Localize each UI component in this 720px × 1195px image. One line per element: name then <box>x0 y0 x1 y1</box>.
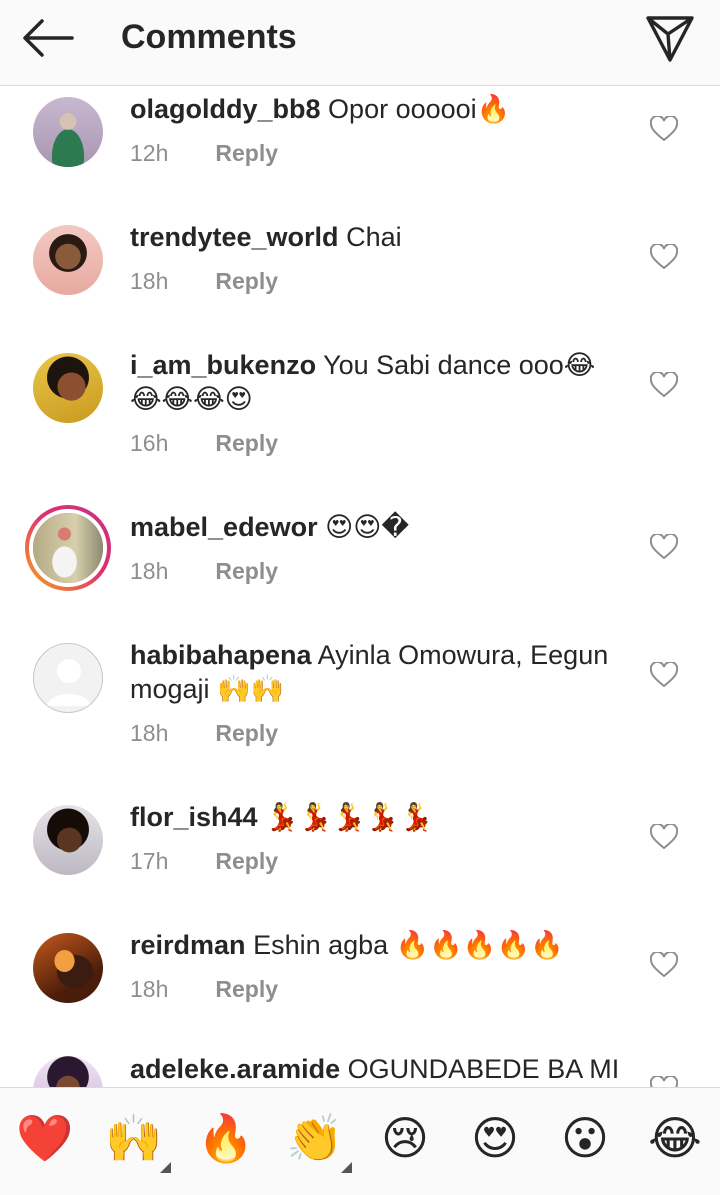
comment-text: Chai <box>346 222 402 252</box>
heart-outline-icon[interactable] <box>650 662 678 688</box>
share-button[interactable] <box>640 10 702 66</box>
comment-username[interactable]: i_am_bukenzo <box>130 350 316 380</box>
reply-button[interactable]: Reply <box>215 558 278 584</box>
heart-outline-icon[interactable] <box>650 372 678 398</box>
comment-item: trendytee_world Chai 18h Reply <box>0 214 720 342</box>
comment-text: Opor oooooi🔥 <box>328 94 511 124</box>
comment-item: habibahapena Ayinla Omowura, Eegun mogaj… <box>0 632 720 794</box>
heart-outline-icon[interactable] <box>650 116 678 142</box>
comment-username[interactable]: habibahapena <box>130 640 312 670</box>
avatar-placeholder[interactable] <box>33 643 103 713</box>
comment-time: 18h <box>130 558 169 584</box>
comment-item: olagolddy_bb8 Opor oooooi🔥 12h Reply <box>0 86 720 214</box>
reply-button[interactable]: Reply <box>215 430 278 456</box>
comment-item: i_am_bukenzo You Sabi dance ooo😂😂😂😂😍 16h… <box>0 342 720 504</box>
reaction-fire-button[interactable]: 🔥 <box>196 1108 256 1168</box>
heart-outline-icon[interactable] <box>650 1076 678 1087</box>
skin-tone-indicator <box>160 1162 171 1173</box>
comment-text: 💃💃💃💃💃 <box>265 802 434 832</box>
comment-time: 18h <box>130 720 169 746</box>
reply-button[interactable]: Reply <box>215 268 278 294</box>
back-button[interactable] <box>18 14 78 62</box>
comment-item: mabel_edewor 😍😍� 18h Reply <box>0 504 720 632</box>
reply-button[interactable]: Reply <box>215 140 278 166</box>
avatar[interactable] <box>33 97 103 167</box>
comment-text: Eshin agba 🔥🔥🔥🔥🔥 <box>253 930 564 960</box>
comment-username[interactable]: reirdman <box>130 930 246 960</box>
reaction-raised-hands-button[interactable]: 🙌 <box>104 1108 164 1168</box>
comment-item: reirdman Eshin agba 🔥🔥🔥🔥🔥 18h Reply <box>0 922 720 1050</box>
reaction-heart-button[interactable]: ❤️ <box>15 1108 75 1168</box>
comment-username[interactable]: adeleke.aramide <box>130 1054 340 1084</box>
reply-button[interactable]: Reply <box>215 976 278 1002</box>
avatar[interactable] <box>33 353 103 423</box>
skin-tone-indicator <box>341 1162 352 1173</box>
avatar[interactable] <box>33 1056 103 1087</box>
top-bar: Comments <box>0 0 720 86</box>
comment-list[interactable]: olagolddy_bb8 Opor oooooi🔥 12h Reply tre… <box>0 86 720 1087</box>
reply-button[interactable]: Reply <box>215 848 278 874</box>
comment-username[interactable]: trendytee_world <box>130 222 339 252</box>
comment-text: OGUNDABEDE BA MI <box>347 1054 620 1084</box>
avatar[interactable] <box>33 933 103 1003</box>
comment-username[interactable]: mabel_edewor <box>130 512 318 542</box>
reaction-crying-button[interactable]: 😢 <box>375 1108 435 1168</box>
avatar[interactable] <box>33 225 103 295</box>
avatar[interactable] <box>33 805 103 875</box>
comment-time: 16h <box>130 430 169 456</box>
heart-outline-icon[interactable] <box>650 952 678 978</box>
arrow-left-icon <box>23 19 74 57</box>
reaction-heart-eyes-button[interactable]: 😍 <box>465 1108 525 1168</box>
avatar-story-ring[interactable] <box>25 505 111 591</box>
reaction-tears-of-joy-button[interactable]: 😂 <box>645 1108 705 1168</box>
comment-username[interactable]: flor_ish44 <box>130 802 258 832</box>
comment-username[interactable]: olagolddy_bb8 <box>130 94 321 124</box>
paper-plane-icon <box>646 16 694 62</box>
reply-button[interactable]: Reply <box>215 720 278 746</box>
heart-outline-icon[interactable] <box>650 824 678 850</box>
comment-item: flor_ish44 💃💃💃💃💃 17h Reply <box>0 794 720 922</box>
comment-text: 😍😍� <box>325 512 410 542</box>
comment-item: adeleke.aramide OGUNDABEDE BA MI <box>0 1050 720 1087</box>
page-title: Comments <box>121 18 297 56</box>
comment-time: 17h <box>130 848 169 874</box>
comment-time: 18h <box>130 268 169 294</box>
emoji-reaction-bar: ❤️ 🙌 🔥 👏 😢 😍 😮 😂 <box>0 1087 720 1195</box>
comment-time: 18h <box>130 976 169 1002</box>
default-avatar-icon <box>47 659 91 706</box>
heart-outline-icon[interactable] <box>650 534 678 560</box>
reaction-surprised-button[interactable]: 😮 <box>555 1108 615 1168</box>
heart-outline-icon[interactable] <box>650 244 678 270</box>
comment-time: 12h <box>130 140 169 166</box>
reaction-clapping-button[interactable]: 👏 <box>285 1108 345 1168</box>
